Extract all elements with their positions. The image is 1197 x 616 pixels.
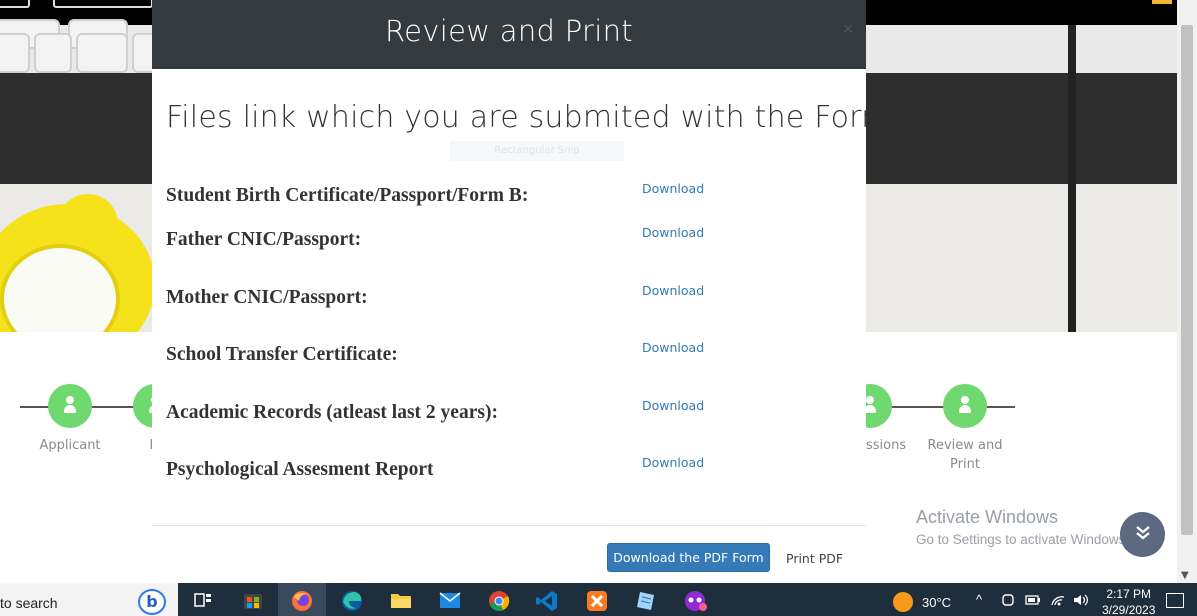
xampp-icon[interactable] (585, 589, 609, 611)
weather-temperature[interactable]: 30°C (922, 595, 951, 610)
file-label: Academic Records (atleast last 2 years): (166, 402, 498, 423)
modal-footer-divider (152, 525, 866, 526)
top-accent (1152, 0, 1172, 4)
file-row-mother-cnic: Mother CNIC/Passport: Download (166, 283, 856, 317)
file-row-birth-certificate: Student Birth Certificate/Passport/Form … (166, 181, 856, 215)
bing-icon[interactable]: b (138, 589, 166, 615)
file-row-transfer-certificate: School Transfer Certificate: Download (166, 340, 856, 374)
review-print-modal: Review and Print × Files link which you … (152, 0, 866, 583)
download-link[interactable]: Download (642, 340, 704, 355)
scroll-arrow-down-icon[interactable]: ▼ (1181, 570, 1189, 581)
task-view-icon[interactable] (192, 589, 216, 611)
windows-taskbar: to search b 30°C ^ 2:17 PM 3/29/2023 (0, 583, 1197, 616)
search-placeholder: to search (0, 595, 58, 611)
step-review-and-print[interactable]: Review and Print (915, 384, 1015, 474)
download-link[interactable]: Download (642, 181, 704, 196)
double-chevron-down-icon (1134, 523, 1152, 548)
snip-watermark: Rectangular Snip (450, 141, 624, 161)
store-icon[interactable] (241, 589, 265, 611)
files-heading: Files link which you are submited with t… (166, 100, 866, 135)
alarm-clock-image (0, 204, 155, 332)
download-link[interactable]: Download (642, 283, 704, 298)
user-icon (48, 384, 92, 428)
taskbar-search-box[interactable]: to search b (0, 583, 178, 616)
battery-icon[interactable] (1025, 594, 1041, 609)
close-icon[interactable]: × (842, 21, 854, 37)
wifi-icon[interactable] (1050, 593, 1066, 610)
download-link[interactable]: Download (642, 225, 704, 240)
download-link[interactable]: Download (642, 455, 704, 470)
file-label: Mother CNIC/Passport: (166, 287, 368, 308)
file-row-psych-report: Psychological Assesment Report Download (166, 455, 856, 489)
file-label: Psychological Assesment Report (166, 459, 434, 480)
modal-header: Review and Print × (152, 0, 866, 69)
chrome-icon[interactable] (487, 589, 511, 611)
meet-now-icon[interactable] (1001, 593, 1015, 610)
file-explorer-icon[interactable] (389, 589, 413, 611)
weather-sun-icon[interactable] (893, 592, 913, 612)
notepad-icon[interactable] (634, 589, 658, 611)
notification-icon[interactable] (1166, 593, 1184, 608)
file-row-father-cnic: Father CNIC/Passport: Download (166, 225, 856, 259)
notebook-edge (1068, 25, 1076, 332)
download-link[interactable]: Download (642, 398, 704, 413)
file-row-academic-records: Academic Records (atleast last 2 years):… (166, 398, 856, 432)
vscode-icon[interactable] (535, 589, 559, 611)
clock-date: 3/29/2023 (1102, 603, 1156, 616)
print-pdf-link[interactable]: Print PDF (786, 551, 843, 566)
game-icon[interactable] (683, 589, 707, 611)
page-scrollbar[interactable]: ▼ (1177, 0, 1197, 583)
file-label: Student Birth Certificate/Passport/Form … (166, 185, 529, 206)
user-icon (943, 384, 987, 428)
step-label: Review and Print (927, 438, 1003, 472)
scroll-down-button[interactable] (1120, 512, 1165, 557)
scrollbar-thumb[interactable] (1181, 25, 1193, 535)
firefox-icon[interactable] (290, 589, 314, 611)
file-label: School Transfer Certificate: (166, 344, 398, 365)
chevron-up-icon[interactable]: ^ (976, 592, 982, 607)
download-pdf-button[interactable]: Download the PDF Form (607, 543, 770, 572)
modal-title: Review and Print (385, 14, 633, 48)
volume-icon[interactable] (1072, 593, 1090, 610)
taskbar-clock[interactable]: 2:17 PM 3/29/2023 (1102, 586, 1155, 616)
top-nav-button[interactable] (53, 0, 153, 8)
top-nav-button[interactable] (0, 0, 30, 8)
clock-time: 2:17 PM (1106, 587, 1152, 601)
mail-icon[interactable] (438, 589, 462, 611)
edge-icon[interactable] (340, 589, 364, 611)
file-label: Father CNIC/Passport: (166, 229, 362, 250)
